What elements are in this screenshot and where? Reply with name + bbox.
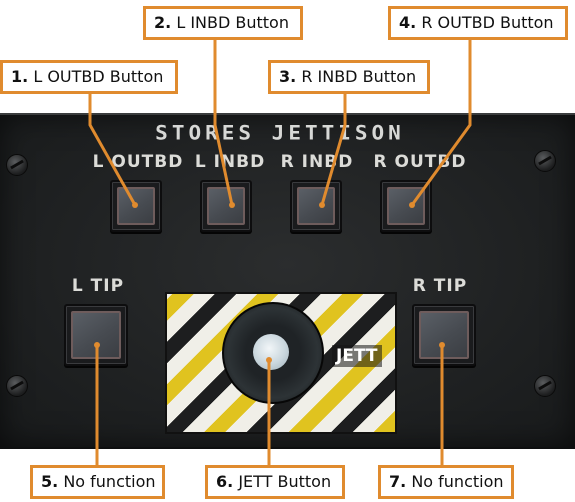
label-l-outbd: L OUTBD	[92, 152, 184, 172]
l-inbd-button[interactable]	[200, 180, 252, 232]
callout-text: JETT Button	[238, 472, 332, 491]
jett-button-lens[interactable]	[253, 334, 289, 370]
callout-text: R OUTBD Button	[421, 13, 554, 32]
callout-no-function-left: 5. No function	[30, 465, 165, 499]
callout-number: 6.	[216, 472, 234, 491]
label-l-tip: L TIP	[71, 276, 125, 296]
label-r-inbd: R INBD	[280, 152, 354, 172]
screw-icon	[6, 375, 28, 397]
callout-number: 4.	[399, 13, 417, 32]
callout-number: 2.	[154, 13, 172, 32]
r-inbd-button[interactable]	[290, 180, 342, 232]
button-face	[207, 187, 245, 225]
button-face	[387, 187, 425, 225]
callout-text: No function	[411, 472, 504, 491]
callout-text: R INBD Button	[301, 67, 417, 86]
callout-r-outbd-button: 4. R OUTBD Button	[388, 6, 568, 40]
label-r-tip: R TIP	[412, 276, 468, 296]
screw-icon	[534, 150, 556, 172]
callout-number: 1.	[11, 67, 29, 86]
callout-text: L OUTBD Button	[33, 67, 164, 86]
r-outbd-button[interactable]	[380, 180, 432, 232]
callout-no-function-right: 7. No function	[378, 465, 514, 499]
callout-number: 7.	[389, 472, 407, 491]
callout-number: 5.	[41, 472, 59, 491]
callout-text: L INBD Button	[176, 13, 289, 32]
label-jett: JETT	[332, 345, 382, 367]
button-face	[297, 187, 335, 225]
screw-icon	[534, 375, 556, 397]
callout-jett-button: 6. JETT Button	[205, 465, 345, 499]
button-face	[419, 311, 469, 359]
l-tip-button[interactable]	[64, 304, 128, 366]
callout-number: 3.	[279, 67, 297, 86]
r-tip-button[interactable]	[412, 304, 476, 366]
screw-icon	[6, 154, 28, 176]
button-face	[117, 187, 155, 225]
button-face	[71, 311, 121, 359]
label-l-inbd: L INBD	[194, 152, 266, 172]
callout-text: No function	[63, 472, 156, 491]
callout-l-outbd-button: 1. L OUTBD Button	[0, 60, 178, 94]
callout-l-inbd-button: 2. L INBD Button	[143, 6, 303, 40]
label-r-outbd: R OUTBD	[373, 152, 467, 172]
l-outbd-button[interactable]	[110, 180, 162, 232]
panel-title: STORES JETTISON	[155, 121, 405, 145]
callout-r-inbd-button: 3. R INBD Button	[268, 60, 430, 94]
